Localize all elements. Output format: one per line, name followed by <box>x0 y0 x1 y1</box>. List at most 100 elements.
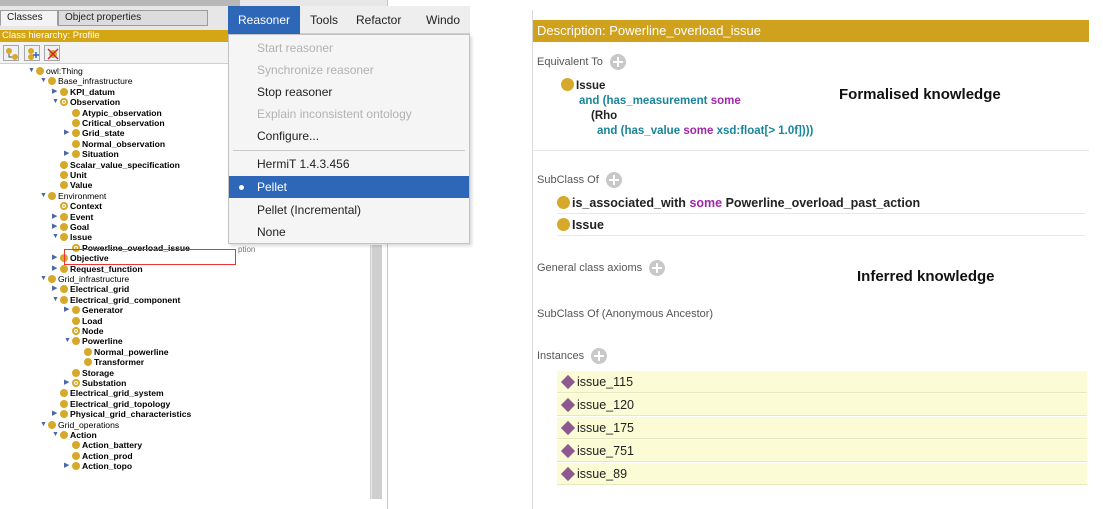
tree-item-physical-grid-characteristics[interactable]: ▶ Physical_grid_characteristics <box>52 409 191 419</box>
tree-item-context[interactable]: Context <box>52 201 102 211</box>
tree-item-label: Unit <box>70 170 87 180</box>
tree-item-request-function[interactable]: ▶ Request_function <box>52 264 143 274</box>
menu-tools[interactable]: Tools <box>306 6 342 34</box>
tree-scrollbar-thumb[interactable] <box>372 245 382 499</box>
tree-item-action-topo[interactable]: ▶ Action_topo <box>64 461 132 471</box>
instance-row[interactable]: issue_120 <box>557 394 1087 416</box>
tree-item-powerline[interactable]: ▼ Powerline <box>64 336 123 346</box>
expand-right-icon[interactable]: ▶ <box>64 305 72 315</box>
instance-name: issue_115 <box>577 375 634 389</box>
expand-down-icon[interactable]: ▼ <box>52 430 60 440</box>
tree-item-electrical-grid[interactable]: ▶ Electrical_grid <box>52 284 129 294</box>
tree-item-storage[interactable]: Storage <box>64 368 114 378</box>
expand-down-icon[interactable]: ▼ <box>28 66 36 76</box>
expand-right-icon[interactable]: ▶ <box>52 87 60 97</box>
instance-row[interactable]: issue_115 <box>557 371 1087 393</box>
tree-item-atypic-observation[interactable]: Atypic_observation <box>64 108 162 118</box>
tree-item-substation[interactable]: ▶ Substation <box>64 378 126 388</box>
expand-right-icon[interactable]: ▶ <box>64 128 72 138</box>
tree-item-normal-observation[interactable]: Normal_observation <box>64 139 165 149</box>
menu-item-configure[interactable]: Configure... <box>229 125 469 147</box>
add-sibling-icon <box>28 48 39 60</box>
instance-row[interactable]: issue_751 <box>557 440 1087 462</box>
add-subclass-button[interactable] <box>3 45 19 61</box>
expand-down-icon[interactable]: ▼ <box>52 295 60 305</box>
tree-item-event[interactable]: ▶ Event <box>52 212 93 222</box>
menu-refactor[interactable]: Refactor <box>352 6 405 34</box>
tree-item-generator[interactable]: ▶ Generator <box>64 305 123 315</box>
expand-down-icon[interactable]: ▼ <box>40 420 48 430</box>
add-sibling-button[interactable] <box>24 45 40 61</box>
menu-item-start-reasoner[interactable]: Start reasoner <box>229 37 469 59</box>
class-icon <box>84 358 92 367</box>
expand-right-icon[interactable]: ▶ <box>64 461 72 471</box>
menu-item-none[interactable]: None <box>229 221 469 243</box>
tree-item-grid-infrastructure[interactable]: ▼ Grid_infrastructure <box>40 274 129 284</box>
expand-down-icon[interactable]: ▼ <box>40 191 48 201</box>
tree-item-transformer[interactable]: Transformer <box>76 357 144 367</box>
instance-row[interactable]: issue_89 <box>557 463 1087 485</box>
expand-right-icon[interactable]: ▶ <box>64 378 72 388</box>
tree-item-base-infrastructure[interactable]: ▼ Base_infrastructure <box>40 76 133 86</box>
tree-item-grid-state[interactable]: ▶ Grid_state <box>64 128 125 138</box>
tree-item-load[interactable]: Load <box>64 316 103 326</box>
add-general-axiom-icon[interactable] <box>649 260 666 276</box>
tab-classes[interactable]: Classes <box>0 10 58 26</box>
expand-down-icon[interactable]: ▼ <box>40 274 48 284</box>
class-icon <box>72 368 80 377</box>
add-superclass-icon[interactable] <box>605 172 622 188</box>
tree-item-unit[interactable]: Unit <box>52 170 87 180</box>
tree-item-issue[interactable]: ▼ Issue <box>52 232 92 242</box>
expand-down-icon[interactable]: ▼ <box>52 232 60 242</box>
tree-item-action[interactable]: ▼ Action <box>52 430 97 440</box>
tree-item-electrical-grid-topology[interactable]: Electrical_grid_topology <box>52 399 170 409</box>
equivalent-class-expression[interactable]: Issue and (has_measurement some (Rho and… <box>561 78 1081 153</box>
tree-item-node[interactable]: Node <box>64 326 103 336</box>
expand-down-icon[interactable]: ▼ <box>52 97 60 107</box>
add-equivalent-icon[interactable] <box>609 54 626 70</box>
menu-item-synchronize-reasoner[interactable]: Synchronize reasoner <box>229 59 469 81</box>
tree-item-action-battery[interactable]: Action_battery <box>64 440 142 450</box>
expand-right-icon[interactable]: ▶ <box>64 149 72 159</box>
expand-down-icon[interactable]: ▼ <box>40 76 48 86</box>
tree-item-grid-operations[interactable]: ▼ Grid_operations <box>40 420 119 430</box>
superclass-axiom-row[interactable]: is_associated_with some Powerline_overlo… <box>557 192 1085 214</box>
menu-item-pellet[interactable]: Pellet <box>229 176 469 198</box>
menu-item-pellet-incremental[interactable]: Pellet (Incremental) <box>229 199 469 221</box>
expand-right-icon[interactable]: ▶ <box>52 264 60 274</box>
expand-right-icon[interactable]: ▶ <box>52 253 60 263</box>
expand-right-icon[interactable]: ▶ <box>52 409 60 419</box>
superclass-axiom-row[interactable]: Issue <box>557 214 1085 236</box>
class-icon <box>48 420 56 429</box>
instance-row[interactable]: issue_175 <box>557 417 1087 439</box>
menu-item-explain-inconsistent[interactable]: Explain inconsistent ontology <box>229 103 469 125</box>
tree-item-kpi-datum[interactable]: ▶ KPI_datum <box>52 87 115 97</box>
class-icon <box>60 181 68 190</box>
tree-item-critical-observation[interactable]: Critical_observation <box>64 118 165 128</box>
menu-window[interactable]: Windo <box>422 6 464 34</box>
expand-right-icon[interactable]: ▶ <box>52 284 60 294</box>
tree-item-label: Physical_grid_characteristics <box>70 409 192 420</box>
tree-scrollbar[interactable] <box>370 245 382 499</box>
expand-right-icon[interactable]: ▶ <box>52 212 60 222</box>
delete-class-button[interactable] <box>44 45 60 61</box>
tree-item-normal-powerline[interactable]: Normal_powerline <box>76 347 169 357</box>
tree-item-electrical-grid-component[interactable]: ▼ Electrical_grid_component <box>52 295 180 305</box>
tree-item-owl-thing[interactable]: ▼ owl:Thing <box>28 66 83 76</box>
tree-item-value[interactable]: Value <box>52 180 92 190</box>
tree-item-goal[interactable]: ▶ Goal <box>52 222 89 232</box>
tree-item-scalar-value-specification[interactable]: Scalar_value_specification <box>52 160 180 170</box>
tree-item-situation[interactable]: ▶ Situation <box>64 149 119 159</box>
menu-reasoner[interactable]: Reasoner <box>228 6 300 34</box>
tree-item-observation[interactable]: ▼ Observation <box>52 97 120 107</box>
tree-item-action-prod[interactable]: Action_prod <box>64 451 133 461</box>
menu-item-stop-reasoner[interactable]: Stop reasoner <box>229 81 469 103</box>
add-instance-icon[interactable] <box>591 348 608 364</box>
expand-right-icon[interactable]: ▶ <box>52 222 60 232</box>
tree-item-electrical-grid-system[interactable]: Electrical_grid_system <box>52 388 164 398</box>
class-icon <box>60 399 68 408</box>
tree-item-environment[interactable]: ▼ Environment <box>40 191 106 201</box>
expand-down-icon[interactable]: ▼ <box>64 336 72 346</box>
tab-object-properties[interactable]: Object properties <box>58 10 208 26</box>
menu-item-hermit[interactable]: HermiT 1.4.3.456 <box>229 153 469 175</box>
